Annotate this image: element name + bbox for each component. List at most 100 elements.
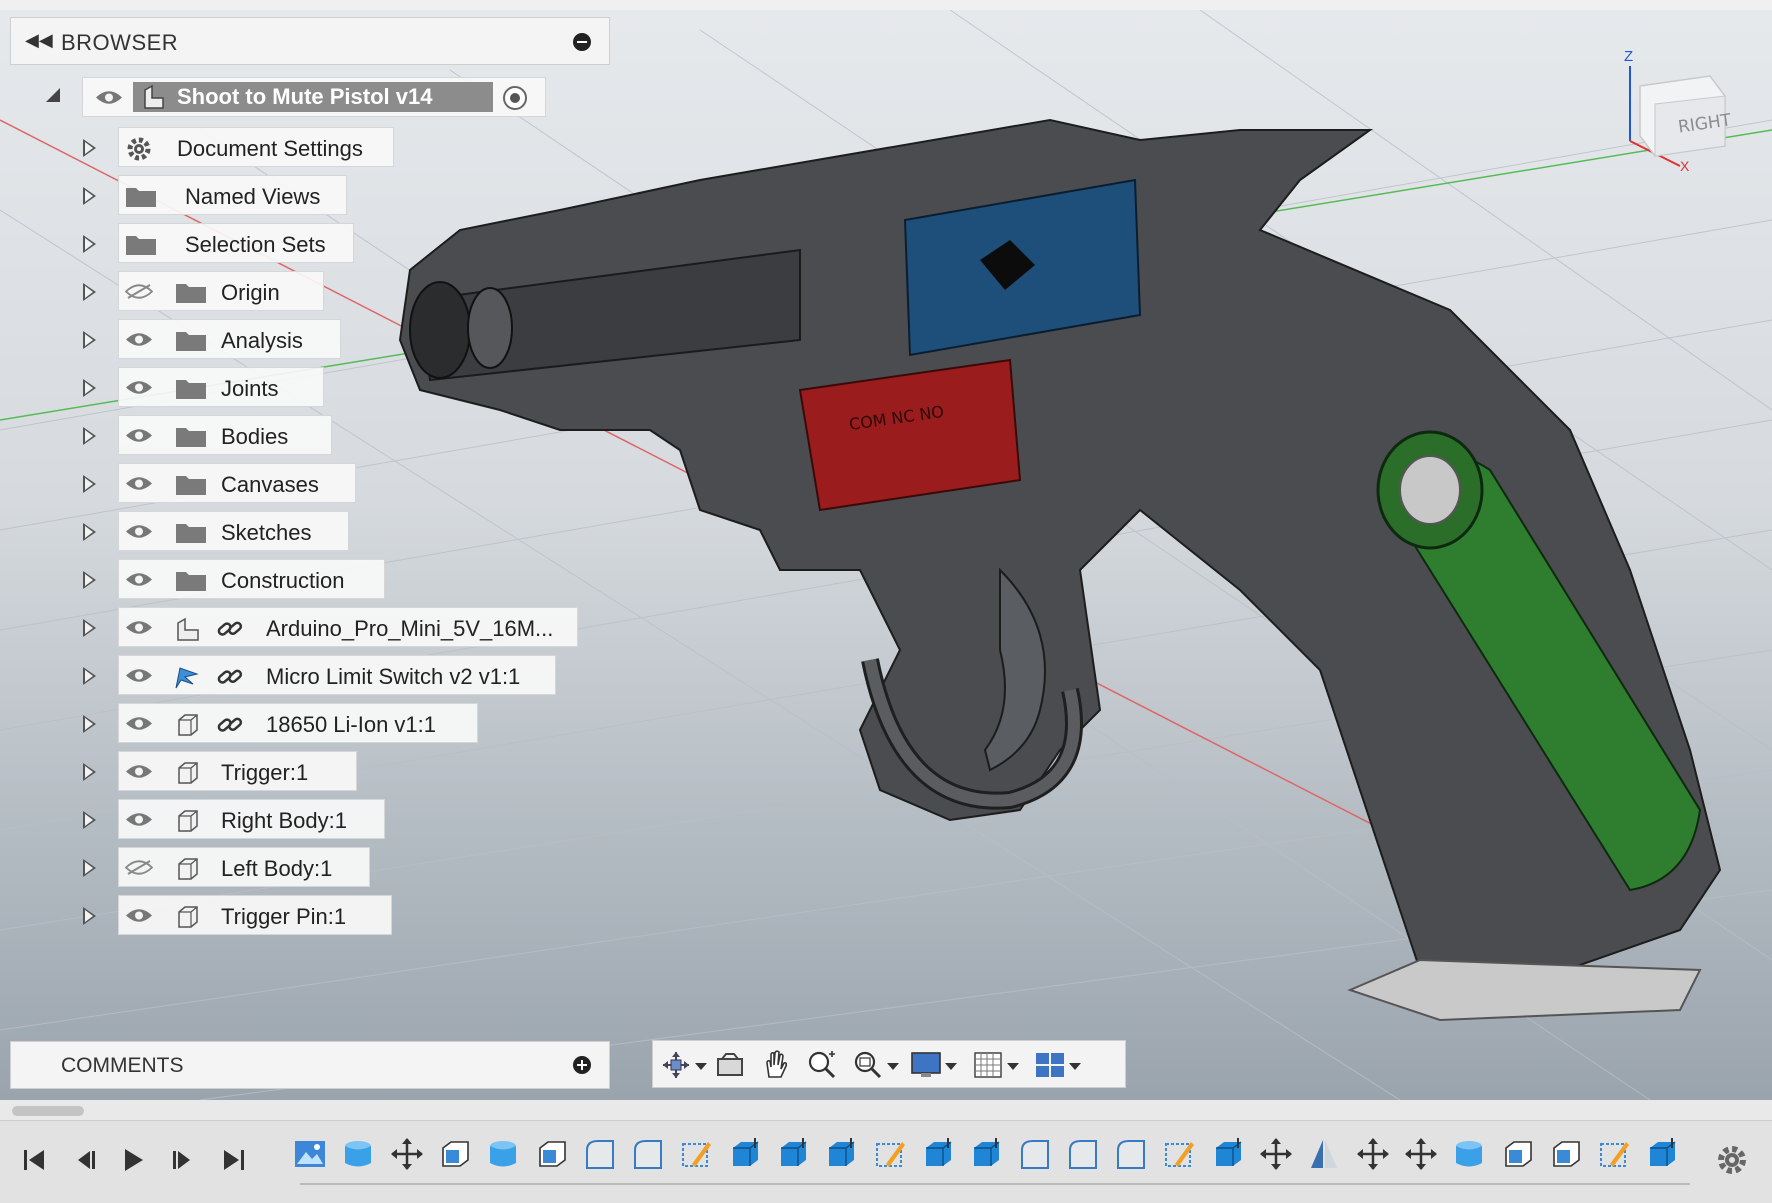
- orbit-dropdown-icon[interactable]: [695, 1063, 707, 1070]
- eye-icon[interactable]: [125, 907, 153, 924]
- press-pull-feature-icon[interactable]: [775, 1136, 811, 1172]
- grid-dropdown-icon[interactable]: [1007, 1063, 1019, 1070]
- extrude-feature-icon[interactable]: [485, 1136, 521, 1172]
- mirror-feature-icon[interactable]: [1306, 1136, 1342, 1172]
- browser-item-sketches[interactable]: Sketches: [118, 511, 349, 551]
- viewports-dropdown-icon[interactable]: [1069, 1063, 1081, 1070]
- eye-icon[interactable]: [125, 715, 153, 732]
- sketch-feature-icon[interactable]: [1161, 1136, 1197, 1172]
- pan-icon[interactable]: [759, 1049, 793, 1081]
- go-to-start-icon[interactable]: [20, 1145, 50, 1175]
- browser-item-micro-limit-switch-v2-v1-1[interactable]: Micro Limit Switch v2 v1:1: [118, 655, 556, 695]
- shell-feature-icon[interactable]: [1548, 1136, 1584, 1172]
- press-pull-feature-icon[interactable]: [727, 1136, 763, 1172]
- move-feature-icon[interactable]: [1258, 1136, 1294, 1172]
- expand-icon[interactable]: [83, 523, 96, 541]
- browser-item-bodies[interactable]: Bodies: [118, 415, 332, 455]
- expand-icon[interactable]: [83, 667, 96, 685]
- root-component-label[interactable]: Shoot to Mute Pistol v14: [133, 82, 493, 112]
- eye-icon[interactable]: [125, 379, 153, 396]
- move-feature-icon[interactable]: [389, 1136, 425, 1172]
- extrude-feature-icon[interactable]: [1451, 1136, 1487, 1172]
- sketch-feature-icon[interactable]: [678, 1136, 714, 1172]
- eye-icon[interactable]: [95, 89, 123, 106]
- expand-icon[interactable]: [83, 859, 96, 877]
- eye-icon[interactable]: [125, 427, 153, 444]
- extrude-feature-icon[interactable]: [340, 1136, 376, 1172]
- move-feature-icon[interactable]: [1355, 1136, 1391, 1172]
- expand-icon[interactable]: [83, 235, 96, 253]
- expand-icon[interactable]: [83, 475, 96, 493]
- browser-item-analysis[interactable]: Analysis: [118, 319, 341, 359]
- expand-icon[interactable]: [83, 715, 96, 733]
- press-pull-feature-icon[interactable]: [968, 1136, 1004, 1172]
- zoom-window-icon[interactable]: [851, 1049, 885, 1081]
- browser-item-right-body-1[interactable]: Right Body:1: [118, 799, 385, 839]
- viewports-icon[interactable]: [1033, 1049, 1067, 1081]
- step-back-icon[interactable]: [70, 1145, 100, 1175]
- expand-icon[interactable]: [83, 187, 96, 205]
- browser-item-left-body-1[interactable]: Left Body:1: [118, 847, 370, 887]
- eye-icon[interactable]: [125, 763, 153, 780]
- add-comment-icon[interactable]: [573, 1056, 591, 1074]
- expand-icon[interactable]: [83, 763, 96, 781]
- browser-item-named-views[interactable]: Named Views: [118, 175, 347, 215]
- expand-icon[interactable]: [83, 907, 96, 925]
- browser-item-origin[interactable]: Origin: [118, 271, 324, 311]
- press-pull-feature-icon[interactable]: [823, 1136, 859, 1172]
- expand-icon[interactable]: [83, 283, 96, 301]
- collapse-browser-icon[interactable]: ◀◀: [25, 30, 53, 51]
- browser-item-construction[interactable]: Construction: [118, 559, 385, 599]
- browser-item-trigger-pin-1[interactable]: Trigger Pin:1: [118, 895, 392, 935]
- browser-item-arduino-pro-mini-5v-16m[interactable]: Arduino_Pro_Mini_5V_16M...: [118, 607, 578, 647]
- settings-gear-icon[interactable]: [1714, 1142, 1750, 1178]
- root-expander-icon[interactable]: [46, 88, 60, 102]
- offset-feature-icon[interactable]: [534, 1136, 570, 1172]
- eye-icon[interactable]: [125, 667, 153, 684]
- zoom-icon[interactable]: [805, 1049, 839, 1081]
- browser-item-canvases[interactable]: Canvases: [118, 463, 356, 503]
- browser-item-selection-sets[interactable]: Selection Sets: [118, 223, 354, 263]
- chamfer-feature-icon[interactable]: [1065, 1136, 1101, 1172]
- expand-icon[interactable]: [83, 379, 96, 397]
- eye-icon[interactable]: [125, 619, 153, 636]
- expand-icon[interactable]: [83, 571, 96, 589]
- scrollbar-thumb[interactable]: [12, 1106, 84, 1116]
- model-view[interactable]: COM NC NO: [0, 10, 1772, 1100]
- shell-feature-icon[interactable]: [1500, 1136, 1536, 1172]
- timeline-track[interactable]: [300, 1183, 1690, 1185]
- display-settings-icon[interactable]: [909, 1049, 943, 1081]
- browser-item-document-settings[interactable]: Document Settings: [118, 127, 394, 167]
- eye-icon[interactable]: [125, 475, 153, 492]
- eye-icon[interactable]: [125, 331, 153, 348]
- browser-item-18650-li-ion-v1-1[interactable]: 18650 Li-Ion v1:1: [118, 703, 478, 743]
- horizontal-scrollbar[interactable]: [0, 1100, 1772, 1120]
- zoom-dropdown-icon[interactable]: [887, 1063, 899, 1070]
- expand-icon[interactable]: [83, 427, 96, 445]
- eye-hidden-icon[interactable]: [125, 859, 153, 876]
- look-at-icon[interactable]: [713, 1049, 747, 1081]
- eye-icon[interactable]: [125, 811, 153, 828]
- display-dropdown-icon[interactable]: [945, 1063, 957, 1070]
- expand-icon[interactable]: [83, 331, 96, 349]
- expand-icon[interactable]: [83, 139, 96, 157]
- press-pull-feature-icon[interactable]: [1210, 1136, 1246, 1172]
- eye-hidden-icon[interactable]: [125, 283, 153, 300]
- chamfer-feature-icon[interactable]: [630, 1136, 666, 1172]
- view-cube[interactable]: RIGHT Z X: [1610, 46, 1740, 176]
- expand-icon[interactable]: [83, 619, 96, 637]
- activate-radio-icon[interactable]: [503, 86, 527, 110]
- go-to-end-icon[interactable]: [218, 1145, 248, 1175]
- grid-settings-icon[interactable]: [971, 1049, 1005, 1081]
- canvas-feature-icon[interactable]: [292, 1136, 328, 1172]
- sketch-feature-icon[interactable]: [872, 1136, 908, 1172]
- orbit-icon[interactable]: [659, 1049, 693, 1081]
- press-pull-feature-icon[interactable]: [920, 1136, 956, 1172]
- canvas-viewport[interactable]: COM NC NO RIGHT Z X: [0, 10, 1772, 1100]
- play-icon[interactable]: [118, 1145, 148, 1175]
- browser-item-trigger-1[interactable]: Trigger:1: [118, 751, 357, 791]
- eye-icon[interactable]: [125, 571, 153, 588]
- browser-root-node[interactable]: Shoot to Mute Pistol v14: [82, 77, 546, 117]
- fillet-feature-icon[interactable]: [1113, 1136, 1149, 1172]
- step-forward-icon[interactable]: [168, 1145, 198, 1175]
